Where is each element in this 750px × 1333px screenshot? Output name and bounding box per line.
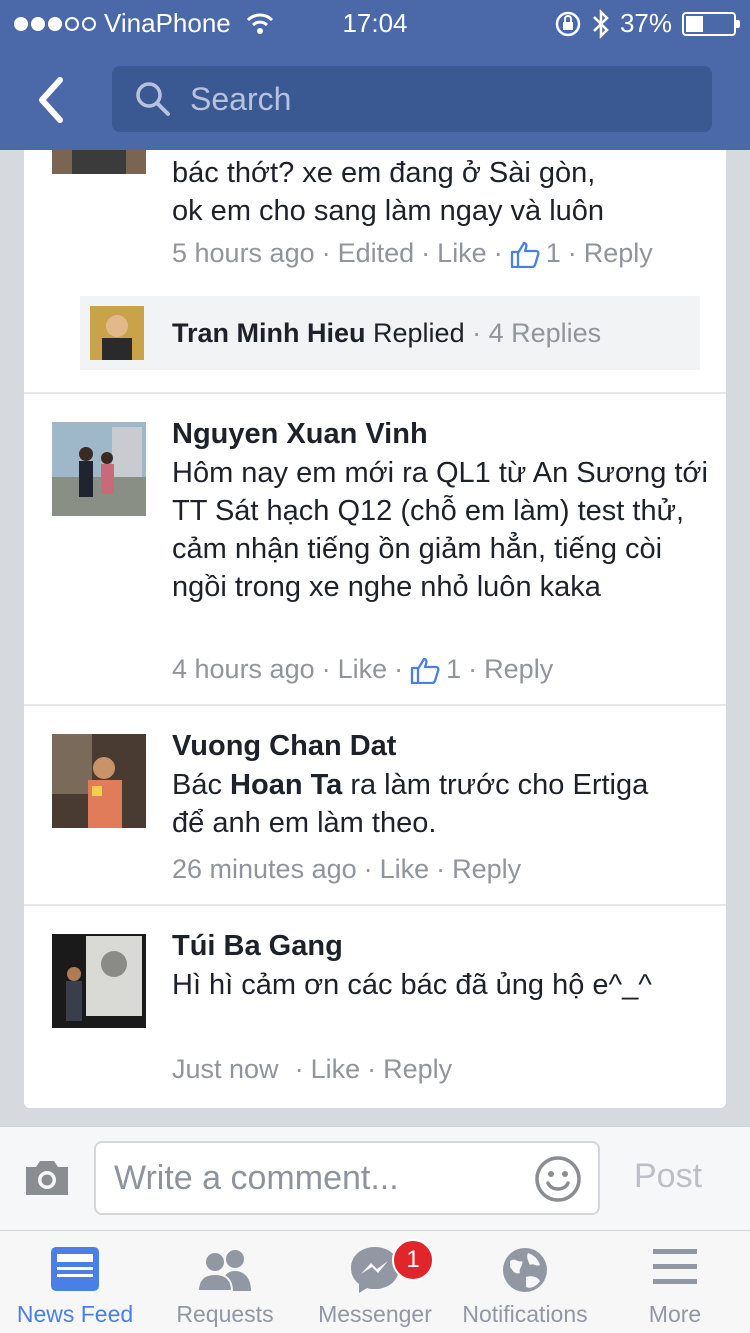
- tab-label: News Feed: [16, 1301, 134, 1327]
- tab-label: Requests: [176, 1301, 274, 1327]
- comment-time: 5 hours ago: [172, 238, 315, 268]
- reply-link[interactable]: Reply: [452, 854, 521, 885]
- comment-meta: Just now · Like · Reply: [172, 1054, 453, 1085]
- comment-meta: 4 hours ago · Like · 1 · Reply: [172, 654, 554, 685]
- commenter-name[interactable]: Nguyen Xuan Vinh: [172, 418, 428, 451]
- avatar: [90, 306, 144, 360]
- like-link[interactable]: Like: [338, 654, 388, 685]
- back-chevron-icon[interactable]: [30, 72, 74, 128]
- search-icon: [136, 82, 170, 116]
- commenter-name[interactable]: Túi Ba Gang: [172, 930, 343, 963]
- replies-summary[interactable]: Tran Minh Hieu Replied · 4 Replies: [80, 296, 700, 370]
- avatar[interactable]: [52, 150, 146, 174]
- friends-icon: [196, 1250, 251, 1292]
- comment-meta: 26 minutes ago · Like · Reply: [172, 854, 522, 885]
- tab-requests[interactable]: Requests: [150, 1231, 300, 1333]
- tab-bar: News Feed Requests 1 Messenger Notificat…: [0, 1230, 750, 1333]
- menu-icon: [653, 1249, 697, 1284]
- search-placeholder: Search: [190, 81, 292, 117]
- likes-count: 1: [545, 238, 561, 268]
- news-feed-icon: [51, 1247, 99, 1291]
- status-bar: VinaPhone 17:04 37%: [0, 0, 750, 48]
- comment-item: Nguyen Xuan Vinh Hôm nay em mới ra QL1 t…: [24, 394, 726, 704]
- search-input[interactable]: Search: [112, 66, 712, 132]
- comment-composer: Write a comment... Post: [0, 1126, 750, 1230]
- comment-text: Bác Hoan Ta ra làm trước cho Ertiga để a…: [172, 769, 649, 839]
- nav-header: VinaPhone 17:04 37% Search: [0, 0, 750, 150]
- mention-link[interactable]: Hoan Ta: [230, 769, 342, 801]
- comment-item: Túi Ba Gang Hì hì cảm ơn các bác đã ủng …: [24, 906, 726, 1108]
- comment-time: 4 hours ago: [172, 654, 315, 684]
- commenter-name[interactable]: Vuong Chan Dat: [172, 730, 396, 763]
- tab-more[interactable]: More: [600, 1231, 750, 1333]
- comment-text: Hôm nay em mới ra QL1 từ An Sương tới TT…: [172, 457, 708, 603]
- comment-time: 26 minutes ago: [172, 854, 357, 884]
- comment-item: bác thớt? xe em đang ở Sài gòn, ok em ch…: [24, 150, 726, 392]
- comment-placeholder: Write a comment...: [114, 1159, 399, 1197]
- replies-count[interactable]: 4 Replies: [489, 318, 602, 348]
- battery-percent: 37%: [619, 8, 672, 38]
- comment-item: Vuong Chan Dat Bác Hoan Ta ra làm trước …: [24, 706, 726, 904]
- replied-label: Replied: [373, 318, 465, 348]
- thumbs-up-icon: [510, 241, 540, 268]
- reply-link[interactable]: Reply: [383, 1054, 452, 1085]
- avatar[interactable]: [52, 422, 146, 516]
- emoji-icon[interactable]: [534, 1155, 582, 1203]
- tab-news-feed[interactable]: News Feed: [0, 1231, 150, 1333]
- globe-icon: [503, 1248, 547, 1292]
- avatar[interactable]: [52, 934, 146, 1028]
- comment-text: bác thớt? xe em đang ở Sài gòn, ok em ch…: [172, 157, 605, 227]
- avatar[interactable]: [52, 734, 146, 828]
- comment-time: Just now: [172, 1054, 279, 1084]
- comments-card: bác thớt? xe em đang ở Sài gòn, ok em ch…: [24, 150, 726, 1108]
- like-link[interactable]: Like: [311, 1054, 361, 1085]
- tab-notifications[interactable]: Notifications: [450, 1231, 600, 1333]
- comment-text: Hì hì cảm ơn các bác đã ủng hộ e^_^: [172, 969, 652, 1001]
- reply-link[interactable]: Reply: [484, 654, 553, 685]
- replier-name[interactable]: Tran Minh Hieu: [172, 318, 366, 348]
- battery-icon: [682, 11, 740, 36]
- bluetooth-icon: [593, 8, 609, 39]
- rotation-lock-icon: [555, 11, 581, 36]
- tab-label: Messenger: [318, 1301, 432, 1327]
- likes-count: 1: [446, 654, 462, 684]
- camera-icon[interactable]: [22, 1157, 72, 1197]
- status-right: 37%: [554, 8, 740, 39]
- comment-input[interactable]: Write a comment...: [94, 1141, 600, 1215]
- tab-messenger[interactable]: 1 Messenger: [300, 1231, 450, 1333]
- reply-link[interactable]: Reply: [584, 238, 653, 269]
- tab-label: More: [648, 1301, 702, 1327]
- messenger-badge: 1: [392, 1239, 434, 1281]
- edited-link[interactable]: Edited: [338, 238, 415, 269]
- tab-label: Notifications: [462, 1301, 588, 1327]
- like-link[interactable]: Like: [437, 238, 487, 269]
- comment-meta: 5 hours ago · Edited · Like · 1 · Reply: [172, 238, 653, 269]
- like-link[interactable]: Like: [380, 854, 430, 885]
- thumbs-up-icon: [410, 657, 440, 684]
- post-button[interactable]: Post: [634, 1157, 702, 1196]
